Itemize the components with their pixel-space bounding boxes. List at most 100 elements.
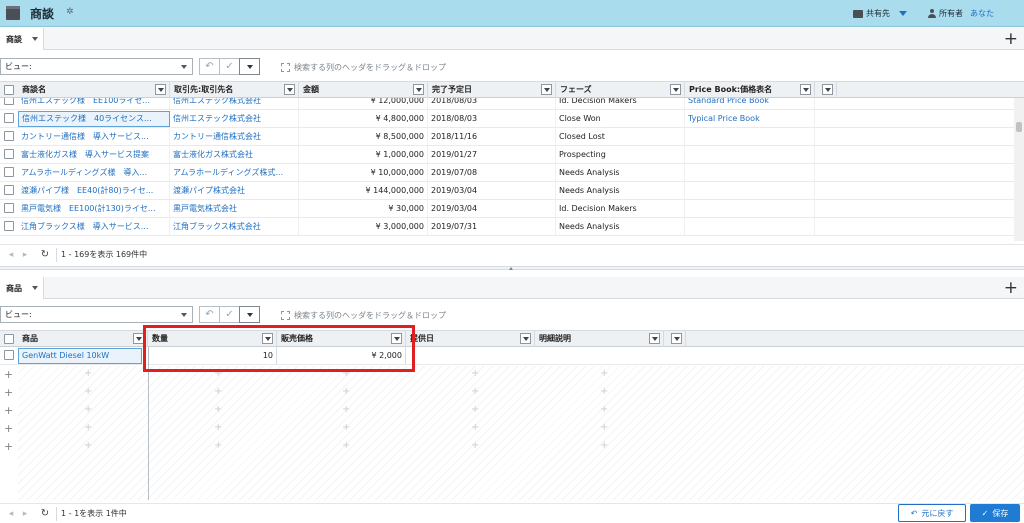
close-date-cell[interactable]: 2019/03/04 (428, 182, 556, 199)
opportunity-name-cell[interactable]: 黒戸電気様 EE100(計130)ライセ... (18, 200, 170, 217)
row-checkbox[interactable] (4, 221, 14, 231)
owner-link[interactable]: あなた (970, 8, 994, 19)
scrollbar-thumb[interactable] (1016, 122, 1022, 132)
table-row[interactable]: アムラホールディングズ様 導入... アムラホールディングズ株式... ¥ 10,0… (0, 164, 1014, 182)
table-row[interactable]: 黒戸電気様 EE100(計130)ライセ... 黒戸電気株式会社 ¥ 30,000 2… (0, 200, 1014, 218)
amount-cell[interactable]: ¥ 144,000,000 (299, 182, 428, 199)
col-header-account[interactable]: 取引先:取引先名 (170, 82, 299, 98)
pricebook-cell[interactable] (685, 200, 815, 217)
check-icon[interactable]: ✓ (219, 58, 240, 75)
view-select[interactable]: ビュー: (0, 58, 193, 75)
amount-cell[interactable]: ¥ 30,000 (299, 200, 428, 217)
column-menu-icon[interactable] (284, 84, 295, 95)
undo-icon[interactable]: ↶ (199, 306, 220, 323)
row-checkbox[interactable] (4, 185, 14, 195)
settings-icon[interactable]: ✲ (66, 7, 74, 17)
amount-cell[interactable]: ¥ 3,000,000 (299, 218, 428, 235)
amount-cell[interactable]: ¥ 8,500,000 (299, 128, 428, 145)
opportunity-name-cell[interactable]: 渡瀬パイプ様 EE40(計80)ライセ... (18, 182, 170, 199)
pricebook-cell[interactable] (685, 218, 815, 235)
col-header-close-date[interactable]: 完了予定日 (428, 82, 556, 98)
account-name-cell[interactable]: 江角ブラックス株式会社 (170, 218, 299, 235)
column-menu-icon[interactable] (649, 333, 660, 344)
row-checkbox[interactable] (4, 113, 14, 123)
add-row-icon[interactable]: + (4, 404, 13, 417)
tab-product[interactable]: 商品 (0, 277, 44, 299)
close-date-cell[interactable]: 2019/07/08 (428, 164, 556, 181)
table-row[interactable]: 信州エステック様 40ライセンス... 信州エステック株式会社 ¥ 4,800,00… (0, 110, 1014, 128)
account-name-cell[interactable]: 信州エステック株式会社 (170, 110, 299, 127)
column-menu-icon[interactable] (670, 84, 681, 95)
account-name-cell[interactable]: アムラホールディングズ株式... (170, 164, 299, 181)
column-menu-icon[interactable] (520, 333, 531, 344)
opportunity-name-cell[interactable]: 信州エステック様 40ライセンス... (18, 111, 170, 127)
add-row-icon[interactable]: + (4, 368, 13, 381)
select-all-checkbox[interactable] (4, 334, 14, 344)
account-name-cell[interactable]: 渡瀬パイプ株式会社 (170, 182, 299, 199)
save-button[interactable]: ✓ 保存 (970, 504, 1020, 522)
row-checkbox[interactable] (4, 167, 14, 177)
column-menu-icon[interactable] (541, 84, 552, 95)
stage-cell[interactable]: Prospecting (556, 146, 685, 163)
add-tab-icon[interactable]: + (1004, 29, 1018, 49)
col-header-pricebook[interactable]: Price Book:価格表名 (685, 82, 815, 98)
pricebook-cell[interactable] (685, 182, 815, 199)
chevron-down-icon[interactable] (32, 37, 38, 41)
undo-icon[interactable]: ↶ (199, 58, 220, 75)
close-date-cell[interactable]: 2018/08/03 (428, 110, 556, 127)
col-header-extra[interactable] (815, 82, 837, 98)
account-name-cell[interactable]: カントリー通信株式会社 (170, 128, 299, 145)
amount-cell[interactable]: ¥ 4,800,000 (299, 110, 428, 127)
check-icon[interactable]: ✓ (219, 306, 240, 323)
account-name-cell[interactable]: 黒戸電気株式会社 (170, 200, 299, 217)
row-checkbox[interactable] (4, 203, 14, 213)
close-date-cell[interactable]: 2018/11/16 (428, 128, 556, 145)
next-page-icon[interactable]: ▸ (18, 509, 32, 519)
opportunity-name-cell[interactable]: 富士液化ガス様 導入サービス提案 (18, 146, 170, 163)
table-row[interactable]: 江角ブラックス様 導入サービス... 江角ブラックス株式会社 ¥ 3,000,000… (0, 218, 1014, 236)
column-menu-icon[interactable] (671, 333, 682, 344)
column-menu-icon[interactable] (800, 84, 811, 95)
chevron-down-icon[interactable] (899, 11, 907, 16)
amount-cell[interactable]: ¥ 1,000,000 (299, 146, 428, 163)
share-menu[interactable]: 共有先 (853, 8, 907, 19)
col-header-description[interactable]: 明細説明 (535, 331, 664, 347)
col-header-service-date[interactable]: 提供日 (406, 331, 535, 347)
col-header-amount[interactable]: 金額 (299, 82, 428, 98)
view-select[interactable]: ビュー: (0, 306, 193, 323)
pricebook-cell[interactable] (685, 146, 815, 163)
refresh-icon[interactable]: ↻ (38, 249, 52, 260)
col-header-product[interactable]: 商品 (18, 331, 148, 347)
close-date-cell[interactable]: 2019/01/27 (428, 146, 556, 163)
pricebook-cell[interactable] (685, 128, 815, 145)
account-name-cell[interactable]: 富士液化ガス株式会社 (170, 146, 299, 163)
pane-splitter[interactable] (0, 266, 1024, 270)
opportunity-name-cell[interactable]: アムラホールディングズ様 導入... (18, 164, 170, 181)
pricebook-cell[interactable] (685, 164, 815, 181)
next-page-icon[interactable]: ▸ (18, 250, 32, 260)
close-date-cell[interactable]: 2019/03/04 (428, 200, 556, 217)
stage-cell[interactable]: Close Won (556, 110, 685, 127)
column-menu-icon[interactable] (155, 84, 166, 95)
col-header-extra[interactable] (664, 331, 686, 347)
menu-button[interactable] (239, 306, 260, 323)
chevron-down-icon[interactable] (32, 286, 38, 290)
refresh-icon[interactable]: ↻ (38, 508, 52, 519)
collapse-icon[interactable] (509, 267, 513, 270)
add-row-icon[interactable]: + (4, 386, 13, 399)
stage-cell[interactable]: Needs Analysis (556, 164, 685, 181)
stage-cell[interactable]: Needs Analysis (556, 218, 685, 235)
undo-button[interactable]: ↶ 元に戻す (898, 504, 966, 522)
select-all-checkbox[interactable] (4, 85, 14, 95)
col-header-stage[interactable]: フェーズ (556, 82, 685, 98)
table-row[interactable]: 富士液化ガス様 導入サービス提案 富士液化ガス株式会社 ¥ 1,000,000 201… (0, 146, 1014, 164)
add-row-icon[interactable]: + (4, 440, 13, 453)
row-checkbox[interactable] (4, 350, 14, 360)
vertical-scrollbar[interactable] (1014, 98, 1024, 241)
column-menu-icon[interactable] (413, 84, 424, 95)
table-row[interactable]: カントリー通信様 導入サービス... カントリー通信株式会社 ¥ 8,500,000… (0, 128, 1014, 146)
opportunity-name-cell[interactable]: 江角ブラックス様 導入サービス... (18, 218, 170, 235)
prev-page-icon[interactable]: ◂ (4, 509, 18, 519)
stage-cell[interactable]: Id. Decision Makers (556, 200, 685, 217)
product-cell[interactable]: GenWatt Diesel 10kW (18, 348, 142, 364)
